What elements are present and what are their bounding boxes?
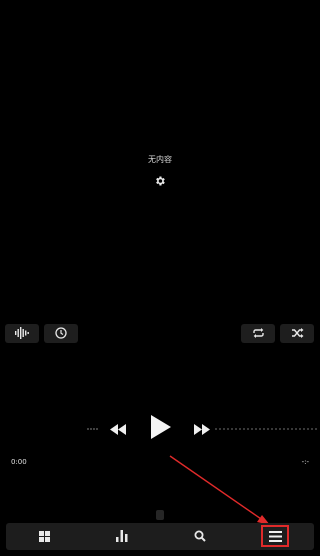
annotation-arrow xyxy=(169,455,270,525)
seek-forward-track[interactable] xyxy=(214,425,318,433)
shuffle-button[interactable] xyxy=(280,324,314,343)
remaining-time: -:- xyxy=(301,458,309,466)
grid-icon xyxy=(38,527,50,546)
waveform-icon xyxy=(14,324,30,343)
nav-stats-button[interactable] xyxy=(107,523,137,550)
repeat-icon xyxy=(252,324,265,343)
elapsed-time: 0:00 xyxy=(11,458,27,466)
empty-state-label: 无内容 xyxy=(148,155,172,164)
gear-icon[interactable] xyxy=(154,172,166,186)
nav-grid-button[interactable] xyxy=(29,523,59,550)
shuffle-icon xyxy=(291,324,304,343)
sleep-timer-button[interactable] xyxy=(44,324,78,343)
nav-search-button[interactable] xyxy=(185,523,215,550)
menu-highlight-box xyxy=(261,525,289,547)
clock-icon xyxy=(55,324,67,343)
play-icon xyxy=(151,415,171,443)
rewind-icon xyxy=(110,420,126,439)
rewind-button[interactable] xyxy=(108,421,128,437)
play-button[interactable] xyxy=(148,415,174,443)
search-icon xyxy=(194,527,206,546)
drawer-handle[interactable] xyxy=(156,510,164,520)
bar-chart-icon xyxy=(116,527,128,546)
fast-forward-icon xyxy=(194,420,210,439)
repeat-button[interactable] xyxy=(241,324,275,343)
seek-back-track xyxy=(87,428,98,430)
fast-forward-button[interactable] xyxy=(192,421,212,437)
waveform-button[interactable] xyxy=(5,324,39,343)
